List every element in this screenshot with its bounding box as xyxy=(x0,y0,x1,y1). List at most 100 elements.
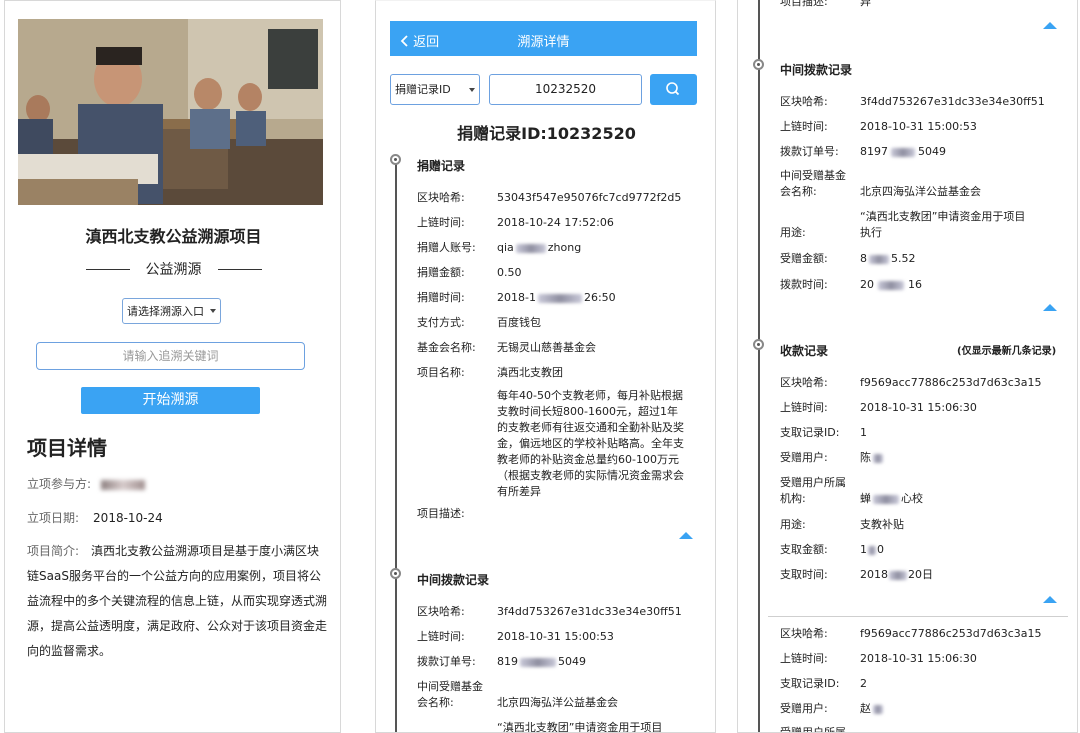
transfer-chain-time-row: 上链时间: 2018-10-31 15:00:53 xyxy=(780,118,977,134)
row-value: 1 xyxy=(860,543,867,556)
purpose-row: 用途: 执行 xyxy=(780,224,882,240)
redacted-value xyxy=(869,254,889,264)
row-label: 项目描述: xyxy=(417,507,465,520)
row-value: 0.50 xyxy=(497,266,522,279)
participant-label: 立项参与方: xyxy=(27,477,92,491)
row-value: 执行 xyxy=(860,226,882,239)
collapse-up-icon[interactable] xyxy=(1043,22,1057,29)
row-label: 区块哈希: xyxy=(417,191,465,204)
redacted-value xyxy=(891,147,915,157)
record-id-input[interactable]: 10232520 xyxy=(489,74,642,105)
start-trace-button[interactable]: 开始溯源 xyxy=(81,387,260,414)
date-value: 2018-10-24 xyxy=(93,511,163,525)
intro-paragraph: 项目简介: 滇西北支教公益溯源项目是基于度小满区块链SaaS服务平台的一个公益方向… xyxy=(27,539,327,664)
row-label: 上链时间: xyxy=(417,630,465,643)
row-value: 3f4dd753267e31dc33e34e30ff51 xyxy=(497,605,682,618)
row-label: 受赠用户: xyxy=(780,451,828,464)
timeline-line xyxy=(758,0,760,732)
transfer-time-row: 拨款时间: 20 16 xyxy=(780,276,922,292)
row-value: f9569acc77886c253d7d63c3a15 xyxy=(860,627,1042,640)
donor-account-row: 捐赠人账号: qia zhong xyxy=(417,239,581,255)
record-title: 捐赠记录ID:10232520 xyxy=(457,124,636,143)
row-label: 基金会名称: xyxy=(417,341,476,354)
row-value: 北京四海弘洋公益基金会 xyxy=(497,696,618,709)
transfer-order-row: 拨款订单号: 8197 5049 xyxy=(780,143,946,159)
keyword-input[interactable]: 请输入追溯关键词 xyxy=(36,342,305,370)
timeline-line xyxy=(395,161,397,732)
row-value: 3f4dd753267e31dc33e34e30ff51 xyxy=(860,95,1045,108)
donation-heading: 捐赠记录 xyxy=(417,159,466,173)
collapse-up-icon[interactable] xyxy=(679,532,693,539)
row-label: 区块哈希: xyxy=(780,95,828,108)
redacted-value xyxy=(873,704,883,714)
collapse-up-icon[interactable] xyxy=(1043,596,1057,603)
org-label-line1: 受赠用户所属 xyxy=(780,476,846,489)
transfer-heading: 中间拨款记录 xyxy=(417,573,490,587)
timeline-dot xyxy=(390,568,401,579)
intro-label: 项目简介: xyxy=(27,544,80,558)
transfer-heading: 中间拨款记录 xyxy=(780,63,853,77)
divider-right xyxy=(217,268,262,270)
receipt-hash-row: 区块哈希: f9569acc77886c253d7d63c3a15 xyxy=(780,374,1041,390)
row-value: 1 xyxy=(860,426,867,439)
row-label: 会名称: xyxy=(417,696,454,709)
row-value: 北京四海弘洋公益基金会 xyxy=(860,185,981,198)
receipt-chain-time-row: 上链时间: 2018-10-31 15:06:30 xyxy=(780,399,977,415)
row-label: 项目名称: xyxy=(417,366,465,379)
row-value: 53043f547e95076fc7cd9772f2d5 xyxy=(497,191,682,204)
row-label: 支取记录ID: xyxy=(780,677,840,690)
row-value: 异 xyxy=(860,0,871,8)
recipient-row: 受赠用户: 陈 xyxy=(780,449,883,465)
header-title: 溯源详情 xyxy=(517,35,570,50)
foundation-row: 会名称: 北京四海弘洋公益基金会 xyxy=(780,183,981,199)
row-value-tail: 16 xyxy=(908,278,922,291)
received-amount-row: 受赠金额: 8 5.52 xyxy=(780,250,916,266)
row-label: 上链时间: xyxy=(780,401,828,414)
row-label: 支取时间: xyxy=(780,568,828,581)
collapse-up-icon[interactable] xyxy=(1043,304,1057,311)
row-value: qia xyxy=(497,241,514,254)
trace-entry-select[interactable]: 请选择溯源入口 xyxy=(122,298,221,324)
usage-row: 用途: 支教补贴 xyxy=(780,516,904,532)
foundation-label-line1: 中间受赠基金 xyxy=(780,169,846,182)
detail-heading: 项目详情 xyxy=(27,436,107,460)
row-value: 2018-10-31 15:00:53 xyxy=(497,630,614,643)
redacted-value xyxy=(878,280,904,290)
row-value: 滇西北支教团 xyxy=(497,366,563,379)
project-title: 滇西北支教公益溯源项目 xyxy=(85,227,262,246)
withdraw-time-row: 支取时间: 2018 20日 xyxy=(780,566,933,582)
row-label: 捐赠金额: xyxy=(417,266,465,279)
search-button[interactable] xyxy=(650,74,697,105)
org-row: 机构: 蝉 心校 xyxy=(780,490,923,506)
row-value: 819 xyxy=(497,655,518,668)
row-value: 2018-1 xyxy=(497,291,536,304)
foundation-row: 基金会名称: 无锡灵山慈善基金会 xyxy=(417,339,596,355)
date-row: 立项日期: 2018-10-24 xyxy=(27,509,163,526)
withdraw2-id-row: 支取记录ID: 2 xyxy=(780,675,867,691)
record-divider xyxy=(768,616,1068,617)
timeline-dot xyxy=(753,339,764,350)
record-type-select[interactable]: 捐赠记录ID xyxy=(390,74,480,105)
row-value: 无锡灵山慈善基金会 xyxy=(497,341,596,354)
donation-chain-time-row: 上链时间: 2018-10-24 17:52:06 xyxy=(417,214,614,230)
row-value: 百度钱包 xyxy=(497,316,541,329)
transfer-hash-row: 区块哈希: 3f4dd753267e31dc33e34e30ff51 xyxy=(417,603,682,619)
cut-off-row: 项目描述: 异 xyxy=(780,0,871,9)
donation-hash-row: 区块哈希: 53043f547e95076fc7cd9772f2d5 xyxy=(417,189,681,205)
row-label: 区块哈希: xyxy=(780,376,828,389)
row-value-tail: 26:50 xyxy=(583,291,616,304)
row-label: 上链时间: xyxy=(417,216,465,229)
row-label: 拨款订单号: xyxy=(417,655,476,668)
row-label: 捐赠时间: xyxy=(417,291,465,304)
search-icon xyxy=(666,82,680,96)
redacted-value xyxy=(515,243,546,253)
redacted-value xyxy=(537,293,582,303)
withdraw-amount-row: 支取金额: 1 0 xyxy=(780,541,884,557)
subtitle: 公益溯源 xyxy=(145,262,202,278)
row-label: 拨款时间: xyxy=(780,278,828,291)
row-value-tail: 5.52 xyxy=(891,252,916,265)
row-label: 受赠用户: xyxy=(780,702,828,715)
row-value-tail: 5049 xyxy=(558,655,586,668)
redacted-value xyxy=(101,479,146,490)
row-value-tail: 0 xyxy=(877,543,884,556)
